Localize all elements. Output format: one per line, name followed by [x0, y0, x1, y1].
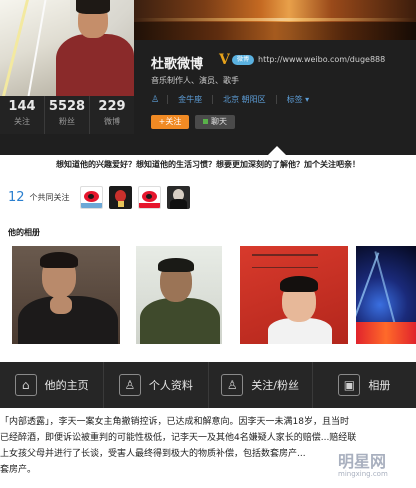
nav-album[interactable]: ▣ 相册: [313, 362, 416, 408]
nav-follows[interactable]: ♙ 关注/粉丝: [209, 362, 313, 408]
users-icon: ♙: [221, 374, 244, 396]
follow-prompt-banner: 想知道他的兴趣爱好？想知道他的生活习惯？想要更加深刻的了解他？加个关注吧亲！: [0, 155, 416, 175]
common-follow-avatar[interactable]: [137, 186, 161, 209]
watermark-url: mingxing.com: [338, 470, 388, 478]
stat-label: 粉丝: [59, 117, 75, 126]
verified-icon: V: [219, 52, 230, 68]
divider: [212, 95, 214, 104]
common-follow-avatar[interactable]: [79, 186, 103, 209]
chat-button[interactable]: 聊天: [195, 115, 235, 129]
album-photo[interactable]: [240, 246, 348, 344]
profile-nav-bar: ⌂ 他的主页 ♙ 个人资料 ♙ 关注/粉丝 ▣ 相册: [0, 362, 416, 408]
stat-label: 关注: [14, 117, 30, 126]
stat-number: 5528: [48, 99, 86, 114]
zodiac-link[interactable]: 金牛座: [178, 94, 202, 105]
nav-home[interactable]: ⌂ 他的主页: [0, 362, 105, 408]
user-icon: ♙: [118, 374, 141, 396]
common-follow-avatar[interactable]: [166, 186, 190, 209]
stat-weibo[interactable]: 229 微博: [90, 96, 134, 134]
news-line: 已经醉酒，即便诉讼被重判的可能性极低，记李天一及其他4名嫌疑人家长的赔偿...赔…: [0, 433, 357, 443]
avatar[interactable]: [0, 0, 134, 96]
profile-meta: ♙ 金牛座 北京 朝阳区 标签 ▾: [151, 94, 319, 105]
nav-profile[interactable]: ♙ 个人资料: [104, 362, 209, 408]
stat-number: 144: [8, 99, 36, 114]
album-title: 他的相册: [8, 228, 40, 237]
nav-home-label: 他的主页: [44, 379, 89, 392]
common-follow-avatar[interactable]: [108, 186, 132, 209]
camera-icon: ▣: [338, 374, 361, 396]
profile-name: 杜歌微博: [151, 57, 204, 72]
cover-image: [134, 0, 416, 40]
watermark-logo: 明星网 mingxing.com: [338, 448, 388, 478]
profile-intro: 音乐制作人、演员、歌手: [151, 76, 239, 85]
news-line: 「内部透露」，李天一案女主角撤销控诉，已达成和解意向。因李天一未满18岁，且当时: [0, 417, 349, 427]
divider: [275, 95, 277, 104]
stat-following[interactable]: 144 关注: [0, 96, 45, 134]
follow-button[interactable]: +关注: [151, 115, 189, 129]
profile-url-link[interactable]: http://www.weibo.com/duge888: [258, 55, 385, 64]
banner-pointer: [268, 146, 286, 155]
watermark-text: 明星网: [338, 452, 387, 471]
stat-fans[interactable]: 5528 粉丝: [45, 96, 90, 134]
nav-profile-label: 个人资料: [148, 379, 193, 392]
stat-label: 微博: [104, 117, 120, 126]
chat-label: 聊天: [211, 117, 227, 126]
nav-follows-label: 关注/粉丝: [251, 379, 299, 392]
nav-album-label: 相册: [368, 379, 391, 392]
chat-icon: [203, 119, 208, 124]
divider: [167, 95, 169, 104]
person-icon: ♙: [151, 94, 160, 105]
common-follows-count[interactable]: 12: [8, 190, 25, 205]
stat-number: 229: [98, 99, 126, 114]
profile-header: 144 关注 5528 粉丝 229 微博 杜歌微博 V 微博 http://w…: [0, 0, 416, 155]
home-icon: ⌂: [14, 374, 37, 396]
location-link[interactable]: 北京 朝阳区: [223, 94, 266, 105]
common-follows: 12 个共同关注: [8, 186, 196, 209]
album-photo[interactable]: [136, 246, 222, 344]
tags-dropdown[interactable]: 标签 ▾: [287, 94, 310, 105]
profile-stats: 144 关注 5528 粉丝 229 微博: [0, 96, 134, 134]
common-follows-label: 个共同关注: [29, 193, 70, 202]
weibo-badge-icon: 微博: [232, 55, 254, 65]
album-photo[interactable]: [356, 246, 416, 344]
album-photo[interactable]: [12, 246, 120, 344]
